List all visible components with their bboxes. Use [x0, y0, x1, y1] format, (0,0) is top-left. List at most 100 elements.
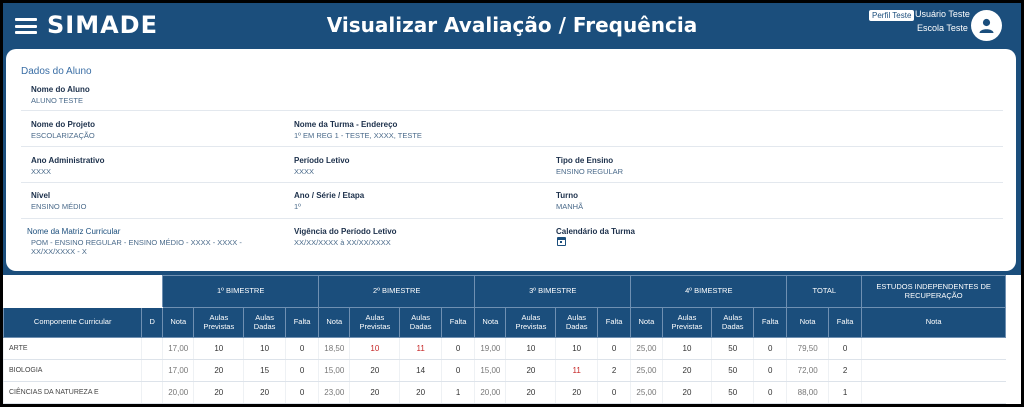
class-calendar-label: Calendário da Turma — [556, 227, 635, 236]
group-header-b1: 1º BIMESTRE — [162, 275, 320, 308]
cell-aulas-dadas: 20 — [555, 381, 598, 404]
cell-recovery-nota — [861, 359, 1006, 382]
project-name-label: Nome do Projeto — [31, 120, 96, 129]
cell-nota: 23,00 — [318, 381, 350, 404]
group-header-b3: 3º BIMESTRE — [474, 275, 632, 308]
cell-nota: 25,00 — [630, 359, 662, 382]
col-header-total-nota: Nota — [786, 307, 829, 338]
cell-falta: 0 — [753, 381, 787, 404]
cell-aulas-previstas: 10 — [349, 337, 400, 360]
shift-label: Turno — [556, 191, 579, 200]
cell-aulas-previstas: 20 — [661, 381, 712, 404]
project-name-value: ESCOLARIZAÇÃO — [31, 131, 95, 140]
cell-aulas-dadas: 10 — [243, 337, 286, 360]
profile-badge[interactable]: Perfil Teste — [869, 10, 915, 21]
cell-falta: 0 — [596, 381, 631, 404]
col-header-nota: Nota — [318, 307, 351, 338]
col-header-aulas-previstas: Aulas Previstas — [505, 307, 557, 338]
teaching-type-label: Tipo de Ensino — [556, 156, 614, 165]
group-header-b4: 4º BIMESTRE — [630, 275, 788, 308]
cell-nota: 18,50 — [318, 337, 350, 360]
cell-aulas-dadas: 50 — [711, 359, 754, 382]
cell-total-falta: 1 — [827, 381, 862, 404]
student-data-card: Dados do Aluno Nome do Aluno ALUNO TESTE… — [6, 49, 1016, 271]
cell-aulas-dadas: 20 — [243, 381, 286, 404]
col-header-aulas-dadas: Aulas Dadas — [243, 307, 286, 338]
cell-aulas-dadas: 20 — [399, 381, 442, 404]
cell-falta: 2 — [596, 359, 631, 382]
col-header-falta: Falta — [753, 307, 788, 338]
grade-stage-value: 1º — [294, 202, 301, 211]
user-avatar-button[interactable] — [971, 10, 1002, 41]
grade-stage-label: Ano / Série / Etapa — [294, 191, 365, 200]
group-header-b2: 2º BIMESTRE — [318, 275, 476, 308]
cell-aulas-dadas: 50 — [711, 381, 754, 404]
col-header-total-falta: Falta — [827, 307, 863, 338]
cell-nota: 17,00 — [162, 337, 194, 360]
cell-aulas-dadas: 50 — [711, 337, 754, 360]
col-header-falta: Falta — [440, 307, 476, 338]
cell-total-falta: 2 — [827, 359, 862, 382]
class-name-label: Nome da Turma - Endereço — [294, 120, 398, 129]
cell-falta: 0 — [753, 337, 787, 360]
cell-aulas-dadas: 14 — [399, 359, 442, 382]
cell-aulas-previstas: 20 — [349, 359, 400, 382]
curriculum-matrix-value-line1: POM - ENSINO REGULAR - ENSINO MÉDIO - XX… — [31, 238, 242, 247]
student-name-label: Nome do Aluno — [31, 85, 90, 94]
cell-total-falta: 0 — [827, 337, 862, 360]
component-name: BIOLOGIA — [3, 359, 142, 382]
school-period-value: XXXX — [294, 167, 315, 176]
cell-aulas-previstas: 20 — [193, 359, 244, 382]
admin-year-label: Ano Administrativo — [31, 156, 105, 165]
cell-falta: 0 — [284, 381, 319, 404]
cell-falta: 0 — [753, 359, 787, 382]
grades-table: 1º BIMESTRE 2º BIMESTRE 3º BIMESTRE 4º B… — [3, 275, 1006, 404]
student-name-value: ALUNO TESTE — [31, 96, 83, 105]
col-header-falta: Falta — [284, 307, 320, 338]
cell-falta: 0 — [596, 337, 631, 360]
cell-aulas-dadas: 10 — [555, 337, 598, 360]
cell-aulas-dadas: 15 — [243, 359, 286, 382]
cell-falta: 0 — [284, 359, 319, 382]
cell-aulas-dadas: 11 — [399, 337, 442, 360]
component-name: ARTE — [3, 337, 142, 360]
col-header-aulas-previstas: Aulas Previstas — [661, 307, 713, 338]
grades-table-panel: 1º BIMESTRE 2º BIMESTRE 3º BIMESTRE 4º B… — [3, 275, 1021, 404]
calendar-icon[interactable] — [557, 237, 566, 246]
school-name: Escola Teste — [917, 23, 968, 33]
cell-recovery-nota — [861, 337, 1006, 360]
curriculum-matrix-label: Nome da Matriz Curricular — [27, 227, 121, 236]
cell-d — [141, 337, 163, 360]
curriculum-matrix-value-line2: XX/XX/XXXX - X — [31, 247, 87, 256]
divider — [21, 218, 1003, 219]
col-header-component: Componente Curricular — [3, 307, 143, 338]
cell-nota: 17,00 — [162, 359, 194, 382]
app-frame: SIMADE Visualizar Avaliação / Frequência… — [3, 3, 1021, 404]
cell-aulas-dadas: 11 — [555, 359, 598, 382]
component-name: CIÊNCIAS DA NATUREZA E — [3, 381, 142, 404]
col-header-aulas-dadas: Aulas Dadas — [711, 307, 755, 338]
cell-aulas-previstas: 20 — [661, 359, 712, 382]
col-header-nota: Nota — [474, 307, 507, 338]
col-header-aulas-dadas: Aulas Dadas — [555, 307, 598, 338]
cell-falta: 0 — [284, 337, 319, 360]
cell-nota: 15,00 — [474, 359, 506, 382]
cell-aulas-previstas: 10 — [661, 337, 712, 360]
cell-nota: 20,00 — [474, 381, 506, 404]
cell-total-nota: 79,50 — [786, 337, 829, 360]
divider — [21, 146, 1003, 147]
cell-falta: 0 — [440, 359, 475, 382]
col-header-falta: Falta — [596, 307, 632, 338]
level-value: ENSINO MÉDIO — [31, 202, 87, 211]
user-avatar-icon — [979, 18, 994, 33]
col-header-nota: Nota — [630, 307, 663, 338]
class-name-value: 1º EM REG 1 - TESTE, XXXX, TESTE — [294, 131, 422, 140]
table-row: CIÊNCIAS DA NATUREZA E 20,00 20 20 0 23,… — [3, 381, 1006, 404]
validity-period-label: Vigência do Período Letivo — [294, 227, 397, 236]
shift-value: MANHÃ — [556, 202, 584, 211]
divider — [21, 182, 1003, 183]
cell-aulas-previstas: 10 — [193, 337, 244, 360]
cell-falta: 0 — [440, 337, 475, 360]
col-header-aulas-previstas: Aulas Previstas — [349, 307, 401, 338]
cell-total-nota: 88,00 — [786, 381, 829, 404]
